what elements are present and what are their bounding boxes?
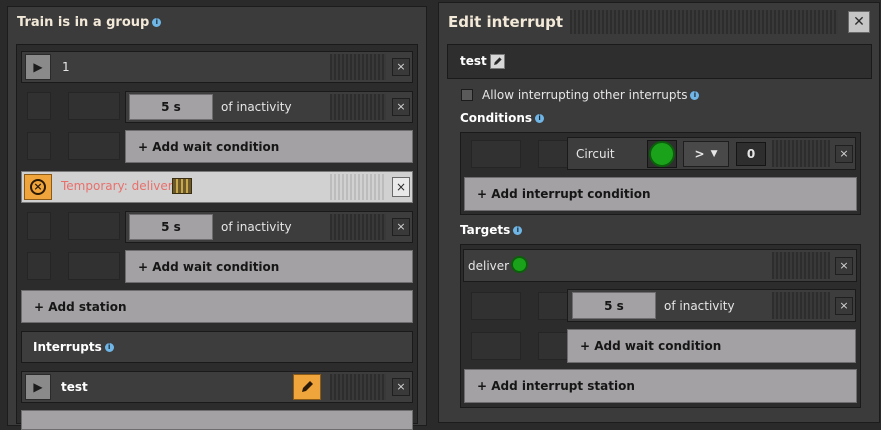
remove-condition-button[interactable]: × [392, 218, 410, 236]
add-wait-condition-button[interactable]: + Add wait condition [125, 130, 413, 163]
close-circle-icon: × [30, 179, 46, 195]
drag-handle[interactable] [772, 140, 830, 167]
target-station-name: deliver [468, 259, 510, 273]
remove-station-button[interactable]: × [392, 177, 410, 197]
panel-title: Train is in a group i [17, 15, 162, 30]
wait-time-input[interactable]: 5 s [129, 214, 213, 240]
station-signal-icon [511, 256, 528, 273]
drag-handle[interactable] [772, 292, 830, 319]
add-station-button[interactable]: + Add station [21, 290, 413, 323]
drag-handle[interactable] [330, 174, 386, 200]
comparator-dropdown[interactable]: > ▼ [683, 141, 729, 167]
comparator-value: > [694, 147, 705, 161]
remove-condition-button[interactable]: × [835, 145, 853, 163]
add-interrupt-station-button[interactable]: + Add interrupt station [464, 369, 857, 403]
wait-suffix: of inactivity [221, 220, 292, 234]
chevron-down-icon: ▼ [710, 149, 718, 159]
play-icon: ▶ [33, 60, 43, 74]
title-drag-handle[interactable] [570, 10, 838, 34]
play-button[interactable]: ▶ [25, 54, 51, 80]
condition-slot [538, 140, 568, 168]
skip-button[interactable]: × [24, 174, 52, 200]
signal-select-button[interactable] [647, 140, 677, 168]
info-icon[interactable]: i [513, 226, 523, 235]
condition-slot [27, 212, 51, 240]
wait-suffix: of inactivity [221, 100, 292, 114]
add-wait-condition-button[interactable]: + Add wait condition [567, 329, 856, 363]
wait-suffix: of inactivity [664, 299, 735, 313]
remove-station-button[interactable]: × [392, 58, 410, 76]
condition-slot [68, 132, 120, 160]
interrupt-name: test [61, 380, 88, 394]
info-icon[interactable]: i [535, 114, 545, 123]
temporary-label: Temporary: deliver [61, 179, 173, 193]
close-window-button[interactable]: ✕ [848, 11, 870, 33]
window-title: Edit interrupt [448, 13, 564, 31]
condition-slot [538, 332, 568, 360]
condition-slot [68, 92, 120, 120]
condition-slot [471, 292, 521, 320]
allow-interrupting-label: Allow interrupting other interrupts i [482, 88, 700, 102]
pencil-icon [302, 381, 313, 392]
train-stop-icon [172, 178, 192, 194]
condition-slot [27, 252, 51, 280]
close-icon: ✕ [853, 14, 865, 30]
condition-slot [471, 332, 521, 360]
add-interrupt-button[interactable] [21, 410, 413, 430]
edit-interrupt-button[interactable] [293, 374, 321, 400]
drag-handle[interactable] [330, 214, 386, 240]
condition-slot [538, 292, 568, 320]
interrupt-name: test [460, 54, 487, 68]
drag-handle[interactable] [330, 54, 386, 80]
condition-slot [27, 132, 51, 160]
station-name: 1 [62, 60, 70, 74]
conditions-label: Conditions i [460, 111, 545, 125]
remove-condition-button[interactable]: × [392, 98, 410, 116]
wait-time-input[interactable]: 5 s [129, 94, 213, 120]
condition-type: Circuit [576, 147, 615, 161]
remove-station-button[interactable]: × [835, 257, 853, 275]
remove-condition-button[interactable]: × [835, 297, 853, 315]
play-icon: ▶ [33, 380, 43, 394]
rename-button[interactable] [490, 54, 505, 69]
info-icon[interactable]: i [104, 343, 114, 352]
drag-handle[interactable] [330, 374, 386, 400]
wait-time-input[interactable]: 5 s [572, 292, 656, 319]
interrupts-label: Interrupts i [33, 340, 114, 354]
info-icon[interactable]: i [690, 91, 700, 100]
allow-interrupting-checkbox[interactable] [461, 89, 473, 101]
interrupt-name-bar [447, 44, 872, 79]
condition-slot [68, 212, 120, 240]
condition-slot [471, 140, 521, 168]
remove-interrupt-button[interactable]: × [392, 378, 410, 396]
add-interrupt-condition-button[interactable]: + Add interrupt condition [464, 177, 857, 211]
condition-slot [27, 92, 51, 120]
drag-handle[interactable] [772, 252, 830, 279]
drag-handle[interactable] [330, 94, 386, 120]
targets-label: Targets i [460, 223, 523, 237]
condition-slot [68, 252, 120, 280]
add-wait-condition-button[interactable]: + Add wait condition [125, 250, 413, 283]
constant-input[interactable]: 0 [736, 142, 766, 166]
play-button[interactable]: ▶ [25, 374, 51, 400]
info-icon[interactable]: i [152, 18, 162, 27]
circuit-network-icon [649, 141, 675, 167]
pencil-icon [494, 57, 502, 65]
